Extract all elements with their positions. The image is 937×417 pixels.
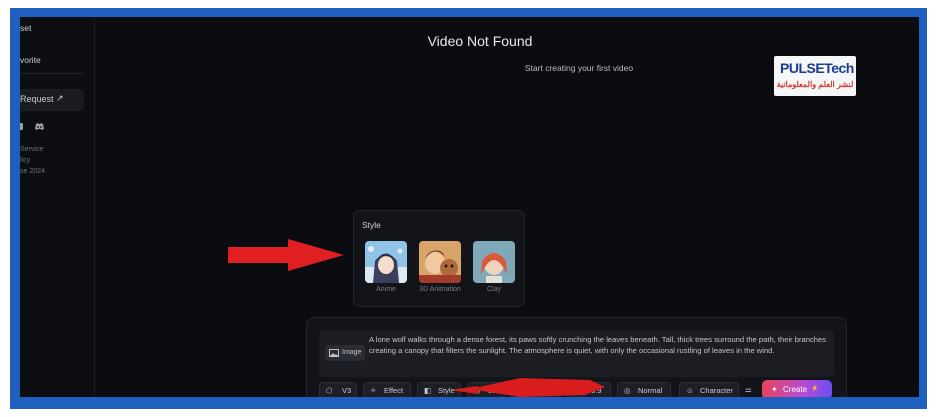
image-upload-label: Image (342, 349, 362, 356)
aspect-ratio-selector[interactable]: ▯ 16:9 (567, 382, 611, 397)
privacy-policy-link[interactable]: licy (20, 157, 30, 164)
sidebar-divider (20, 73, 84, 74)
aspect-ratio-label: 16:9 (587, 386, 602, 395)
turbo-toggle[interactable]: ◉ Turbo (511, 382, 561, 397)
prompt-text: A lone wolf walks through a dense forest… (369, 335, 827, 355)
settings-sliders-button[interactable]: ⚌ (743, 382, 757, 397)
cube-icon: ⬡ (326, 386, 333, 395)
credit-cost: ⚡ (811, 386, 819, 392)
clay-style-label: Clay (486, 286, 501, 293)
3d-animation-style-label: 3D Animation (419, 286, 461, 293)
quality-selector[interactable]: ◎ Normal (617, 382, 671, 397)
sidebar-item-favorite[interactable]: vorite (20, 55, 41, 65)
request-button[interactable]: Request ↗ (20, 89, 84, 111)
sparkle-icon: ✧ (370, 386, 377, 395)
sparkle-icon: ✦ (771, 385, 778, 394)
image-upload-button[interactable]: Image (325, 345, 365, 361)
style-label: Style (438, 386, 455, 395)
empty-state-subtitle: Start creating your first video (524, 63, 634, 73)
style-button[interactable]: ◧ Style (417, 382, 461, 397)
character-button[interactable]: ☺ Character (679, 382, 739, 397)
style-popover: Style Anime 3D Animation Clay (353, 210, 525, 307)
style-icon: ◧ (424, 386, 432, 395)
duration-label: 5s (488, 386, 496, 395)
sliders-icon: ⚌ (745, 385, 752, 394)
effect-label: Effect (384, 386, 404, 395)
clock-icon: ◷ (474, 386, 481, 395)
turbo-label: Turbo (532, 386, 552, 395)
model-label: V3 (342, 386, 352, 395)
sidebar-item-preset[interactable]: set (20, 23, 31, 33)
anime-style-label: Anime (376, 286, 396, 293)
aspect-ratio-icon: ▯ (574, 386, 579, 395)
prompt-panel: Image A lone wolf walks through a dense … (306, 317, 847, 397)
arrow-up-right-icon: ↗ (56, 93, 64, 103)
eye-icon: ◉ (518, 386, 525, 395)
square-icon[interactable] (20, 123, 23, 130)
terms-of-service-link[interactable]: Service (20, 146, 43, 153)
image-icon (329, 349, 339, 357)
effect-button[interactable]: ✧ Effect (363, 382, 411, 397)
watermark-tagline: لنشر العلم والمعلوماتية (776, 80, 854, 89)
clay-style-thumbnail[interactable] (473, 241, 515, 283)
app-window: set vorite Request ↗ Service licy se 202… (20, 17, 919, 397)
watermark-logo: PULSETech لنشر العلم والمعلوماتية (774, 56, 856, 96)
discord-icon[interactable] (34, 122, 45, 133)
empty-state-title: Video Not Found (427, 33, 533, 49)
circle-icon: ◎ (624, 386, 631, 395)
prompt-input[interactable]: Image A lone wolf walks through a dense … (319, 330, 834, 377)
request-button-label: Request (20, 94, 54, 104)
character-label: Character (700, 386, 733, 395)
copyright-text: se 2024 (20, 168, 45, 175)
create-label: Create (783, 385, 808, 394)
quality-label: Normal (638, 386, 663, 395)
duration-selector[interactable]: ◷ 5s (467, 382, 505, 397)
create-button[interactable]: ✦ Create ⚡ (762, 380, 832, 397)
3d-animation-style-thumbnail[interactable] (419, 241, 461, 283)
model-selector[interactable]: ⬡ V3 (319, 382, 357, 397)
watermark-brand: PULSETech (780, 60, 854, 76)
smile-icon: ☺ (686, 386, 694, 395)
style-popover-title: Style (362, 220, 381, 230)
sidebar: set vorite Request ↗ Service licy se 202… (20, 17, 95, 397)
anime-style-thumbnail[interactable] (365, 241, 407, 283)
